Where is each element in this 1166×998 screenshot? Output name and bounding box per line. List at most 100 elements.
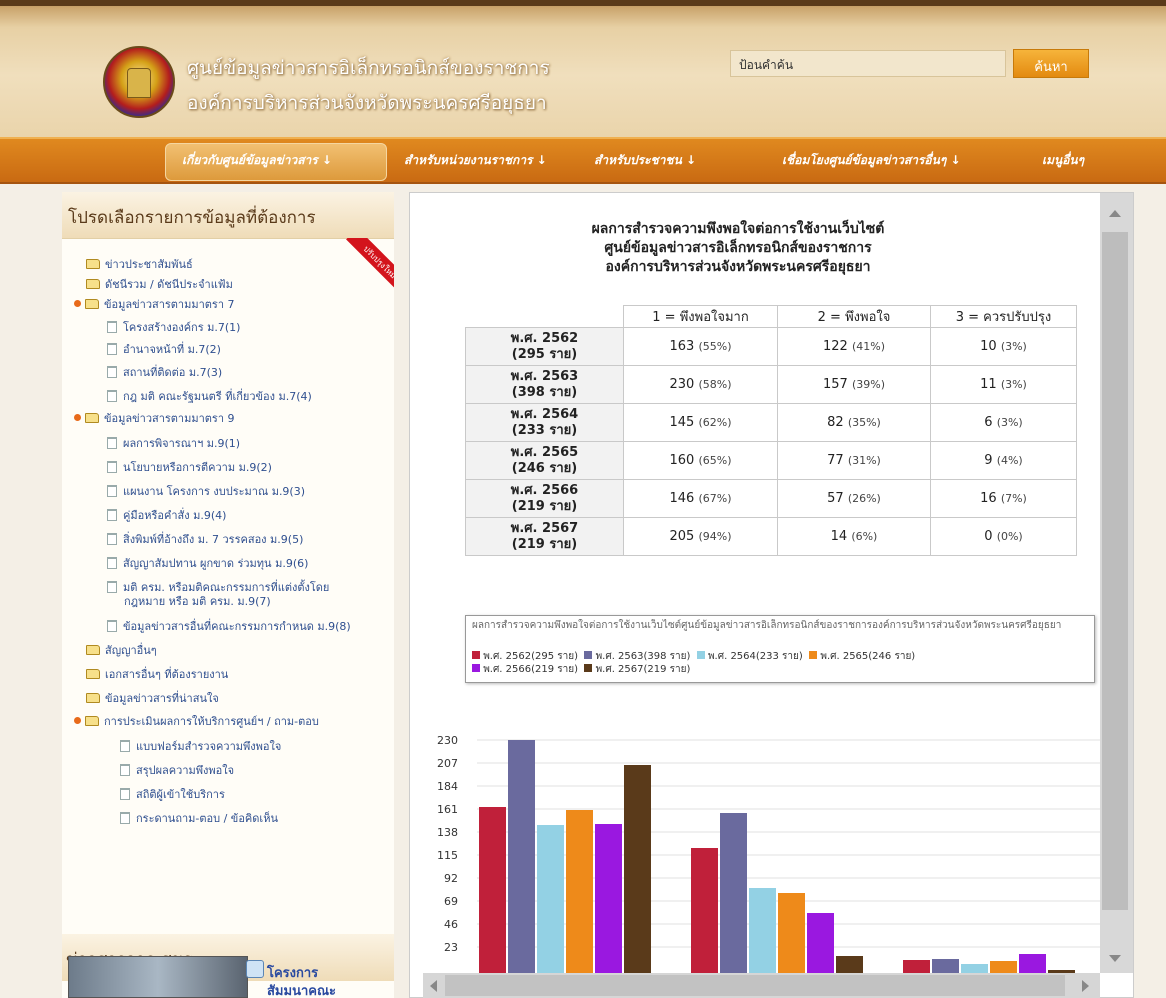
news-link-line2[interactable]: สัมมนาคณะ xyxy=(267,980,336,998)
table-row: พ.ศ. 2565 (246 ราย) 160 (65%) 77 (31%) 9 … xyxy=(465,441,1077,480)
scroll-right-arrow-icon[interactable] xyxy=(1082,980,1089,992)
table-header: 1 = พึงพอใจมาก xyxy=(623,305,778,328)
sidebar-item[interactable]: ข้อมูลข่าวสารอื่นที่คณะกรรมการกำหนด ม.9(… xyxy=(107,620,351,633)
chart-bar[interactable] xyxy=(749,888,776,974)
legend-label: พ.ศ. 2567(219 ราย) xyxy=(595,664,691,675)
y-tick-label: 69 xyxy=(444,895,458,908)
chart-bar[interactable] xyxy=(720,813,747,974)
chart-bar[interactable] xyxy=(691,848,718,974)
chart-bar[interactable] xyxy=(778,893,805,974)
chart-bar[interactable] xyxy=(903,960,930,974)
search-button[interactable]: ค้นหา xyxy=(1013,49,1089,78)
chart-bar[interactable] xyxy=(807,913,834,974)
table-cell: 122 (41%) xyxy=(777,327,931,366)
table-row: พ.ศ. 2563 (398 ราย) 230 (58%) 157 (39%) 1… xyxy=(465,365,1077,404)
table-header-row: 1 = พึงพอใจมาก 2 = พึงพอใจ 3 = ควรปรับปร… xyxy=(466,305,1077,328)
chart-bar[interactable] xyxy=(537,825,564,974)
table-cell: 10 (3%) xyxy=(930,327,1077,366)
nav-public[interactable]: สำหรับประชาชน ↓ xyxy=(594,151,696,170)
table-row: พ.ศ. 2564 (233 ราย) 145 (62%) 82 (35%) 6 … xyxy=(465,403,1077,442)
nav-more[interactable]: เมนูอื่นๆ xyxy=(1042,151,1084,170)
table-cell: 146 (67%) xyxy=(623,479,778,518)
folder-icon xyxy=(85,716,99,726)
news-thumbnail[interactable] xyxy=(68,956,248,998)
y-tick-label: 230 xyxy=(437,734,458,747)
document-icon xyxy=(107,321,117,333)
chart-title: ผลการสำรวจความพึงพอใจต่อการใช้งานเว็บไซต… xyxy=(472,620,1062,631)
new-ribbon: ปรับปรุงใหม่ xyxy=(342,238,394,290)
table-cell: 6 (3%) xyxy=(930,403,1077,442)
sidebar-item[interactable]: การประเมินผลการให้บริการศูนย์ฯ / ถาม-ตอบ xyxy=(74,715,319,728)
row-header: พ.ศ. 2567 (219 ราย) xyxy=(465,517,624,556)
chart-bar[interactable] xyxy=(836,956,863,974)
sidebar-item[interactable]: ข้อมูลข่าวสารที่น่าสนใจ xyxy=(86,692,219,705)
sidebar-item[interactable]: กระดานถาม-ตอบ / ข้อคิดเห็น xyxy=(120,812,278,825)
scroll-down-arrow-icon[interactable] xyxy=(1109,955,1121,962)
horizontal-scroll-thumb[interactable] xyxy=(445,975,1065,996)
document-icon xyxy=(120,740,130,752)
chart-bar[interactable] xyxy=(595,824,622,974)
nav-links[interactable]: เชื่อมโยงศูนย์ข้อมูลข่าวสารอื่นๆ ↓ xyxy=(782,151,961,170)
sidebar-item[interactable]: สัญญาสัมปทาน ผูกขาด ร่วมทุน ม.9(6) xyxy=(107,557,308,570)
expand-bullet-icon xyxy=(74,717,81,724)
site-title-line2: องค์การบริหารส่วนจังหวัดพระนครศรีอยุธยา xyxy=(187,92,547,114)
sidebar-item[interactable]: สัญญาอื่นๆ xyxy=(86,644,157,657)
sidebar-item[interactable]: เอกสารอื่นๆ ที่ต้องรายงาน xyxy=(86,668,228,681)
site-title-line1: ศูนย์ข้อมูลข่าวสารอิเล็กทรอนิกส์ของราชกา… xyxy=(187,57,550,79)
sidebar-item[interactable]: ข้อมูลข่าวสารตามมาตรา 9 xyxy=(74,412,235,425)
folder-icon xyxy=(86,645,100,655)
table-cell: 14 (6%) xyxy=(777,517,931,556)
table-cell: 16 (7%) xyxy=(930,479,1077,518)
sidebar-item[interactable]: มติ ครม. หรือมติคณะกรรมการที่แต่งตั้งโดย xyxy=(107,581,329,594)
sidebar-item[interactable]: กฎ มติ คณะรัฐมนตรี ที่เกี่ยวข้อง ม.7(4) xyxy=(107,390,312,403)
document-icon xyxy=(107,437,117,449)
sidebar-item[interactable]: คู่มือหรือคำสั่ง ม.9(4) xyxy=(107,509,226,522)
folder-icon xyxy=(85,413,99,423)
document-icon xyxy=(107,461,117,473)
folder-icon xyxy=(86,259,100,269)
sidebar-item[interactable]: ผลการพิจารณาฯ ม.9(1) xyxy=(107,437,240,450)
table-header: 2 = พึงพอใจ xyxy=(777,305,931,328)
table-cell: 163 (55%) xyxy=(623,327,778,366)
chart-bar[interactable] xyxy=(1019,954,1046,974)
nav-about[interactable]: เกี่ยวกับศูนย์ข้อมูลข่าวสาร ↓ xyxy=(182,151,332,170)
sidebar-item-continued[interactable]: กฎหมาย หรือ มติ ครม. ม.9(7) xyxy=(124,595,271,608)
nav-government[interactable]: สำหรับหน่วยงานราชการ ↓ xyxy=(404,151,547,170)
table-row: พ.ศ. 2562 (295 ราย) 163 (55%) 122 (41%) 1… xyxy=(465,327,1077,366)
sidebar-item[interactable]: ข้อมูลข่าวสารตามมาตรา 7 xyxy=(74,298,235,311)
sidebar-item[interactable]: อำนาจหน้าที่ ม.7(2) xyxy=(107,343,221,356)
sidebar-item[interactable]: นโยบายหรือการตีความ ม.9(2) xyxy=(107,461,272,474)
sidebar-item[interactable]: สิ่งพิมพ์ที่อ้างถึง ม. 7 วรรคสอง ม.9(5) xyxy=(107,533,303,546)
site-logo[interactable] xyxy=(103,46,175,118)
vertical-scroll-thumb[interactable] xyxy=(1102,232,1128,910)
y-tick-label: 46 xyxy=(444,918,458,931)
sidebar-item[interactable]: ข่าวประชาสัมพันธ์ xyxy=(86,258,193,271)
table-row: พ.ศ. 2567 (219 ราย) 205 (94%) 14 (6%) 0 (… xyxy=(465,517,1077,556)
table-header: 3 = ควรปรับปรุง xyxy=(930,305,1077,328)
chart-bar[interactable] xyxy=(932,959,959,974)
folder-icon xyxy=(86,279,100,289)
sidebar-item[interactable]: สถิติผู้เข้าใช้บริการ xyxy=(120,788,225,801)
row-header: พ.ศ. 2566 (219 ราย) xyxy=(465,479,624,518)
scroll-left-arrow-icon[interactable] xyxy=(430,980,437,992)
y-tick-label: 23 xyxy=(444,941,458,954)
sidebar-item[interactable]: โครงสร้างองค์กร ม.7(1) xyxy=(107,321,240,334)
y-tick-label: 115 xyxy=(437,849,458,862)
sidebar-item[interactable]: แบบฟอร์มสำรวจความพึงพอใจ xyxy=(120,740,281,753)
sidebar-item[interactable]: สรุปผลความพึงพอใจ xyxy=(120,764,234,777)
survey-table: 1 = พึงพอใจมาก 2 = พึงพอใจ 3 = ควรปรับปร… xyxy=(465,305,1077,556)
sidebar-item[interactable]: สถานที่ติดต่อ ม.7(3) xyxy=(107,366,222,379)
search-input[interactable]: ป้อนคำค้น xyxy=(730,50,1006,77)
chart-bar[interactable] xyxy=(566,810,593,974)
scroll-up-arrow-icon[interactable] xyxy=(1109,210,1121,217)
sidebar-item[interactable]: แผนงาน โครงการ งบประมาณ ม.9(3) xyxy=(107,485,305,498)
chart-bar[interactable] xyxy=(624,765,651,974)
legend-swatch xyxy=(584,651,593,659)
sidebar-item[interactable]: ดัชนีรวม / ดัชนีประจำแฟ้ม xyxy=(86,278,233,291)
chart-bar[interactable] xyxy=(479,807,506,974)
expand-bullet-icon xyxy=(74,300,81,307)
table-corner xyxy=(466,306,624,328)
expand-bullet-icon xyxy=(74,414,81,421)
chart-bar[interactable] xyxy=(508,740,535,974)
sidebar: โปรดเลือกรายการข้อมูลที่ต้องการ ปรับปรุง… xyxy=(62,192,394,998)
